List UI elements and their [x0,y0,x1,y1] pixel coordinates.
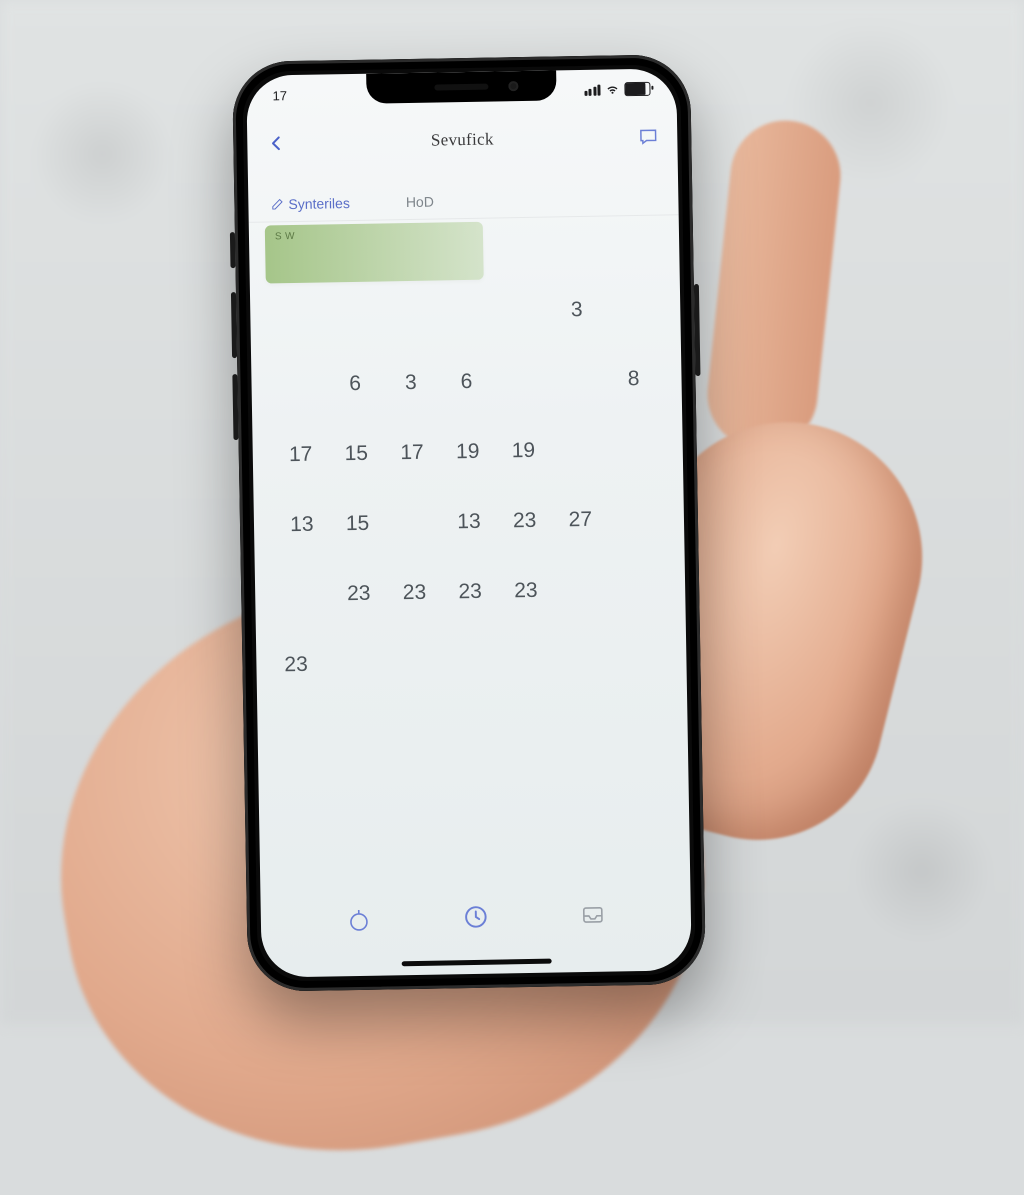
screen: 17 Sevufick [246,68,692,977]
day-cell[interactable] [610,639,666,680]
day-cell[interactable] [275,574,331,615]
day-cell[interactable]: 17 [272,434,328,475]
day-cell[interactable] [388,642,444,683]
day-cell[interactable] [437,292,493,333]
home-indicator[interactable] [402,959,552,967]
day-cell[interactable]: 6 [327,363,383,404]
day-cell[interactable] [270,294,326,335]
day-cell[interactable] [608,499,664,540]
day-cell[interactable]: 19 [440,432,496,473]
day-cell[interactable]: 23 [386,572,442,613]
chat-icon[interactable] [635,124,661,150]
page-title: Sevufick [431,130,494,151]
day-cell[interactable] [385,502,441,543]
segmented-tabs: Synteriles HoD [248,180,679,222]
cellular-icon [584,84,601,95]
day-cell[interactable] [550,360,606,401]
day-cell[interactable] [555,640,611,681]
day-cell[interactable]: 27 [552,500,608,541]
day-cell[interactable] [499,641,555,682]
tab-today[interactable] [344,904,375,935]
day-cell[interactable]: 23 [331,573,387,614]
day-cell[interactable] [326,293,382,334]
tab-secondary[interactable]: HoD [406,194,434,210]
day-cell[interactable] [381,293,437,334]
tab-active-label: Synteriles [288,195,350,212]
event-highlight[interactable]: S W [265,222,484,284]
day-cell[interactable]: 13 [441,502,497,543]
event-highlight-label: S W [275,228,483,243]
day-cell[interactable] [443,641,499,682]
day-cell[interactable]: 17 [384,433,440,474]
volume-down-button [232,374,238,440]
day-cell[interactable] [607,429,663,470]
day-cell[interactable]: 23 [498,571,554,612]
volume-up-button [231,292,237,358]
day-cell[interactable]: 15 [328,433,384,474]
tab-calendar[interactable] [461,902,492,933]
mute-switch [230,232,236,268]
tab-bar [260,886,691,947]
day-cell[interactable] [493,291,549,332]
status-time: 17 [272,88,287,103]
day-cell[interactable]: 23 [496,501,552,542]
compose-icon [270,197,284,211]
status-right [584,82,651,97]
wifi-icon [605,82,619,96]
tab-inbox[interactable] [577,900,608,931]
iphone-frame: 17 Sevufick [232,54,706,992]
notch [366,70,556,103]
nav-bar: Sevufick [247,112,678,167]
day-cell[interactable]: 13 [274,504,330,545]
battery-icon [624,82,650,96]
day-cell[interactable]: 19 [495,431,551,472]
day-cell[interactable]: 3 [383,363,439,404]
day-cell[interactable] [609,569,665,610]
day-cell[interactable]: 3 [549,290,605,331]
day-cell[interactable] [604,289,660,330]
day-cell[interactable]: 23 [442,572,498,613]
day-cell[interactable]: 23 [276,644,332,685]
day-cell[interactable] [494,361,550,402]
calendar-grid[interactable]: 3 6 3 6 8 17 15 17 19 19 13 15 13 23 27 [270,289,667,686]
day-cell[interactable] [271,364,327,405]
day-cell[interactable] [551,430,607,471]
day-cell[interactable]: 8 [605,359,661,400]
day-cell[interactable]: 6 [438,362,494,403]
day-cell[interactable] [553,570,609,611]
day-cell[interactable]: 15 [329,503,385,544]
day-cell[interactable] [332,643,388,684]
tab-active[interactable]: Synteriles [270,195,350,212]
back-button[interactable] [261,128,292,159]
